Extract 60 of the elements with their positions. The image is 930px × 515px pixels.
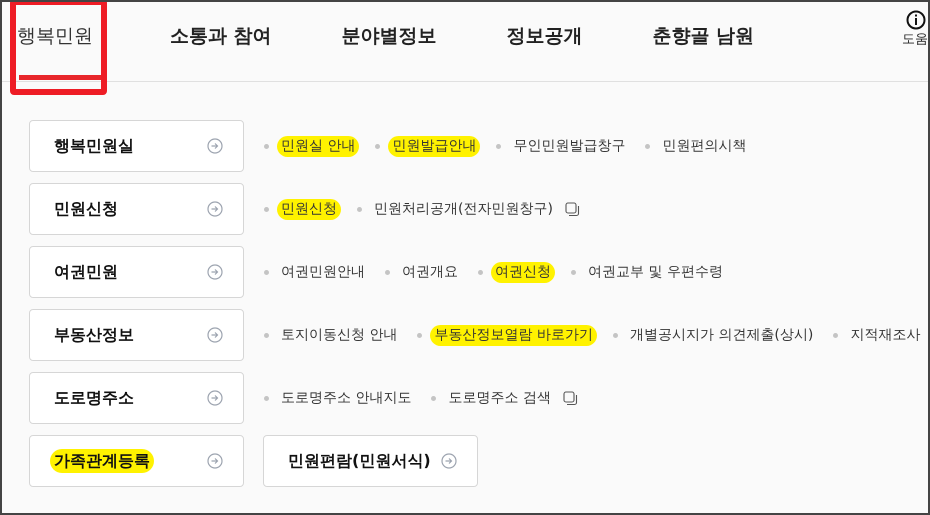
category-button[interactable]: 민원신청 — [29, 183, 244, 235]
nav-tab[interactable]: 소통과 참여 — [170, 22, 272, 50]
menu-link[interactable]: 지적재조사 — [846, 324, 924, 346]
arrow-circle-icon — [207, 138, 223, 154]
menu-link[interactable]: 민원실 안내 — [277, 136, 360, 156]
arrow-circle-icon — [441, 453, 457, 469]
bullet-icon — [496, 144, 502, 148]
menu-link[interactable]: 부동산정보열람 바로가기 — [430, 324, 597, 346]
arrow-circle-icon — [207, 327, 223, 343]
category-title: 여권민원 — [53, 261, 119, 283]
bullet-icon — [264, 270, 269, 274]
info-icon[interactable] — [906, 10, 926, 30]
category-title: 민원신청 — [53, 198, 119, 220]
category-title: 부동산정보 — [53, 324, 135, 346]
menu-link[interactable]: 민원발급안내 — [388, 136, 480, 156]
bullet-icon — [264, 144, 269, 148]
menu-link[interactable]: 민원처리공개(전자민원창구) — [370, 198, 557, 220]
bullet-icon — [417, 332, 422, 338]
bullet-icon — [571, 270, 576, 274]
bullet-icon — [431, 396, 436, 400]
category-title: 가족관계등록 — [50, 449, 154, 473]
menu-link[interactable]: 여권민원안내 — [277, 262, 369, 282]
nav-tab[interactable]: 정보공개 — [506, 22, 583, 50]
bullet-icon — [357, 206, 362, 212]
bullet-icon — [375, 144, 380, 148]
bullet-icon — [612, 332, 618, 338]
menu-link[interactable]: 도로명주소 안내지도 — [277, 388, 416, 408]
bullet-icon — [264, 396, 269, 400]
bullet-icon — [264, 206, 269, 212]
arrow-circle-icon — [207, 453, 223, 469]
menu-link[interactable]: 민원신청 — [277, 198, 341, 220]
nav-tab[interactable]: 행복민원 — [17, 22, 93, 50]
menu-link[interactable]: 여권교부 및 우편수령 — [584, 262, 727, 282]
category-title: 행복민원실 — [53, 135, 135, 157]
category-button[interactable]: 여권민원 — [29, 246, 244, 298]
menu-link[interactable]: 도로명주소 검색 — [444, 388, 555, 408]
menu-link[interactable]: 여권신청 — [491, 262, 555, 282]
bullet-icon — [478, 270, 483, 274]
category-button[interactable]: 부동산정보 — [29, 309, 244, 361]
bullet-icon — [264, 332, 269, 338]
menu-link[interactable]: 개별공시지가 의견제출(상시) — [626, 324, 818, 346]
nav-tab[interactable]: 춘향골 남원 — [652, 22, 754, 50]
arrow-circle-icon — [207, 264, 223, 280]
category-button[interactable]: 도로명주소 — [29, 372, 244, 424]
category-title: 도로명주소 — [53, 387, 135, 409]
bullet-icon — [645, 144, 650, 148]
help-label[interactable]: 도움 — [902, 30, 928, 50]
menu-link[interactable]: 여권개요 — [398, 262, 462, 282]
menu-link[interactable]: 무인민원발급창구 — [509, 136, 630, 156]
menu-link[interactable]: 토지이동신청 안내 — [277, 324, 402, 346]
nav-tab[interactable]: 분야별정보 — [342, 22, 437, 50]
arrow-circle-icon — [207, 201, 223, 217]
bullet-icon — [833, 332, 838, 338]
menu-link[interactable]: 민원편의시책 — [658, 136, 750, 156]
category-button[interactable]: 가족관계등록 — [29, 435, 244, 487]
category-title: 민원편람(민원서식) — [287, 450, 432, 472]
category-button[interactable]: 민원편람(민원서식) — [263, 435, 478, 487]
bullet-icon — [385, 270, 390, 274]
category-button[interactable]: 행복민원실 — [29, 120, 244, 172]
arrow-circle-icon — [207, 390, 223, 406]
